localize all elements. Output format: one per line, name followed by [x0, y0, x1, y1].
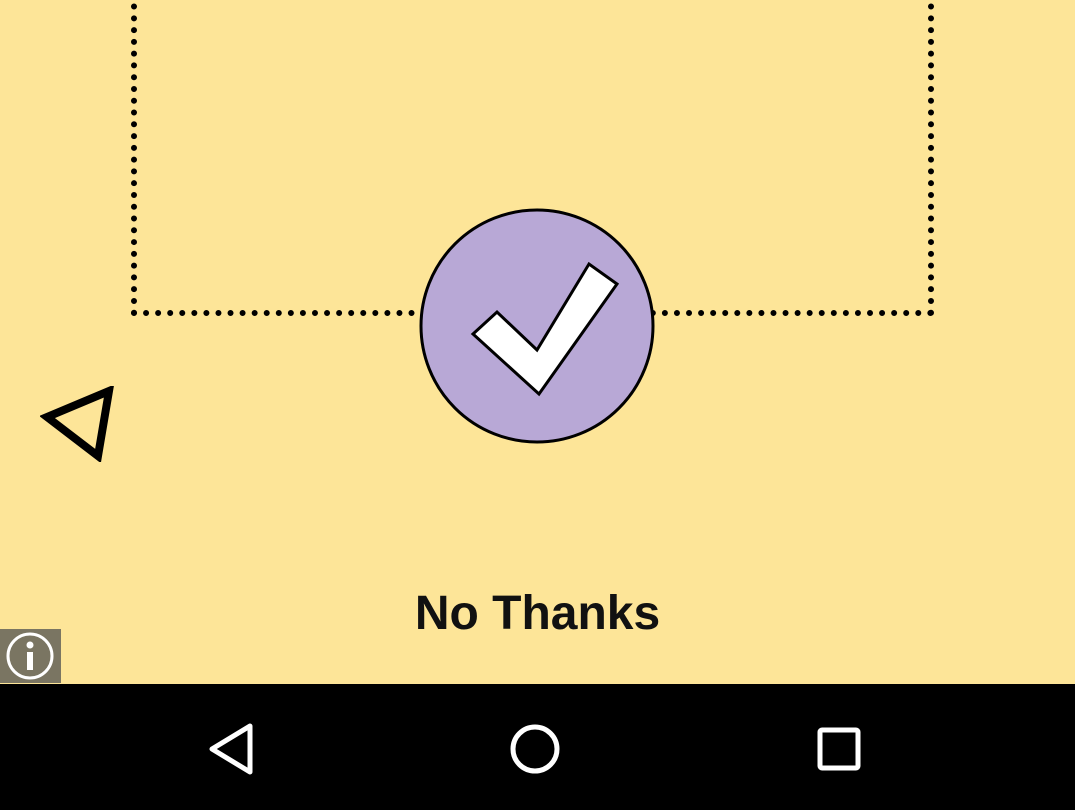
nav-home-button[interactable]	[500, 714, 570, 784]
no-thanks-button[interactable]: No Thanks	[0, 586, 1075, 642]
triangle-pointer-icon	[39, 384, 115, 464]
home-circle-icon	[510, 724, 560, 774]
back-triangle-icon	[209, 723, 253, 775]
nav-back-button[interactable]	[198, 714, 268, 784]
recents-square-icon	[817, 727, 861, 771]
confirm-button[interactable]	[419, 208, 655, 444]
info-icon	[6, 632, 54, 680]
system-nav-bar	[0, 684, 1075, 810]
app-screen: No Thanks	[0, 0, 1075, 684]
nav-recents-button[interactable]	[804, 714, 874, 784]
info-button[interactable]	[0, 629, 61, 683]
checkmark-icon	[419, 208, 655, 444]
